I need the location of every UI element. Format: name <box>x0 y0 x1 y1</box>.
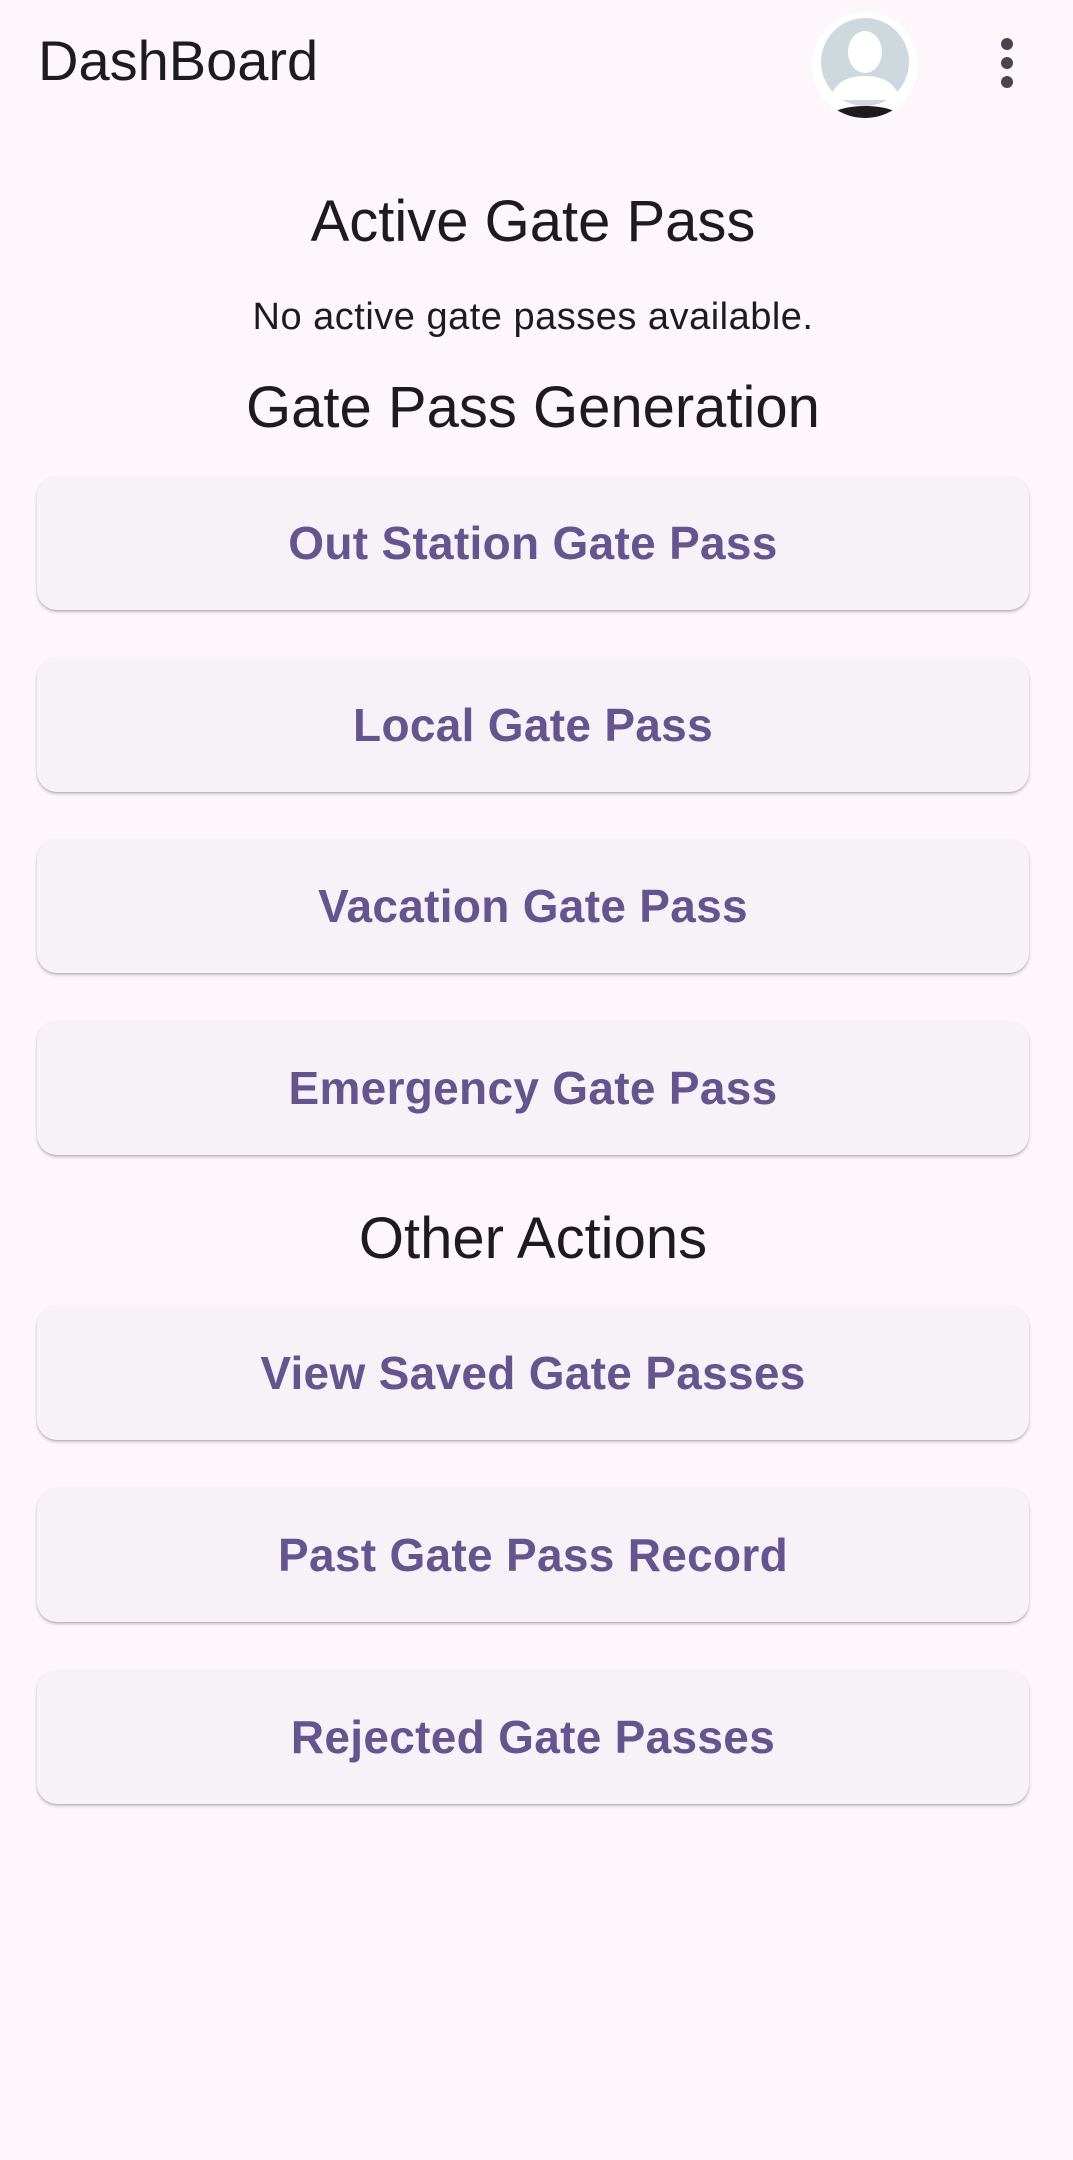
dashboard-screen: DashBoard Active Gate Pass No active gat… <box>0 0 1073 2160</box>
past-gate-pass-record-button[interactable]: Past Gate Pass Record <box>37 1488 1029 1622</box>
avatar[interactable] <box>812 12 918 118</box>
other-actions-heading: Other Actions <box>358 1206 708 1271</box>
rejected-gate-passes-button[interactable]: Rejected Gate Passes <box>37 1670 1029 1804</box>
local-gate-pass-button[interactable]: Local Gate Pass <box>37 658 1029 792</box>
more-options-button[interactable] <box>976 22 1038 104</box>
vacation-gate-pass-button[interactable]: Vacation Gate Pass <box>37 839 1029 973</box>
gate-pass-generation-heading: Gate Pass Generation <box>246 375 820 440</box>
more-vert-icon-dot <box>1001 57 1013 69</box>
avatar-placeholder-icon <box>812 12 918 118</box>
view-saved-gate-passes-button[interactable]: View Saved Gate Passes <box>37 1306 1029 1440</box>
page-title: DashBoard <box>38 29 319 92</box>
no-active-passes-message: No active gate passes available. <box>252 296 814 338</box>
emergency-gate-pass-button[interactable]: Emergency Gate Pass <box>37 1021 1029 1155</box>
active-gate-pass-heading: Active Gate Pass <box>310 189 756 254</box>
out-station-gate-pass-button[interactable]: Out Station Gate Pass <box>37 476 1029 610</box>
more-vert-icon <box>1001 38 1013 50</box>
app-bar: DashBoard <box>0 0 1073 126</box>
more-vert-icon-dot <box>1001 76 1013 88</box>
